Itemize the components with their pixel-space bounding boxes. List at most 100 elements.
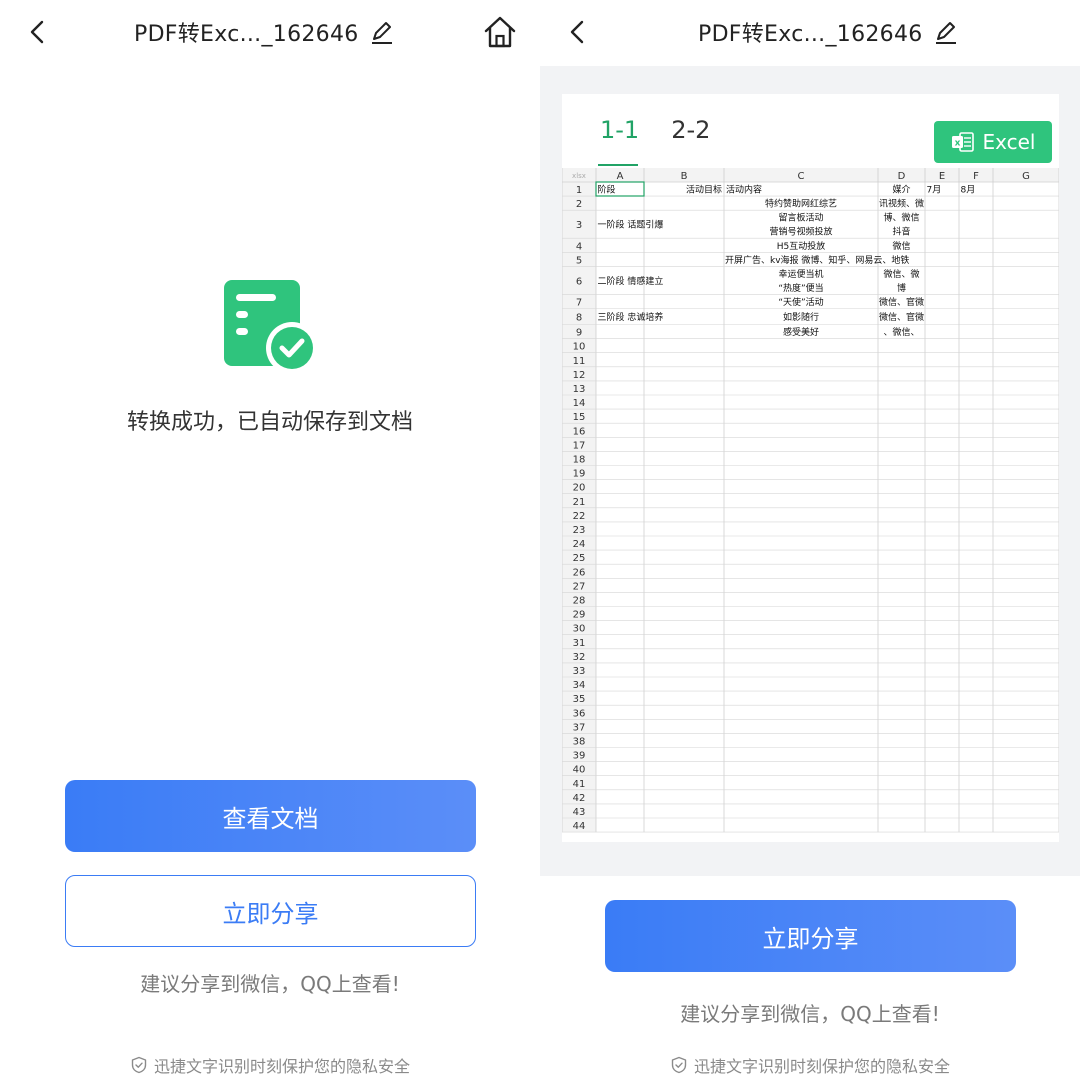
share-hint: 建议分享到微信，QQ上查看! [680,1002,940,1026]
row-number: 8 [576,313,582,324]
home-icon[interactable] [480,12,520,52]
conversion-success-screen: PDF转Exc..._162646 转换成功，已自动保存到文档 查看文档 立即分… [0,0,540,1080]
row-number: 20 [573,483,586,494]
row-number: 18 [573,454,586,465]
row-number: 3 [576,220,582,231]
success-message: 转换成功，已自动保存到文档 [126,410,413,435]
cell-c6: “热度”便当 [778,282,823,294]
cell-c9: 感受美好 [783,326,819,338]
row-number: 32 [573,652,586,663]
row-number: 25 [573,553,586,564]
row-number: 19 [573,469,586,480]
row-number: 2 [576,199,582,210]
row-number: 14 [573,398,586,409]
row-number: 26 [573,567,586,578]
row-number: 15 [573,412,586,423]
cell-d4: 微信 [892,240,910,252]
cell-c2: 特约赞助网红综艺 [765,198,837,210]
open-excel-button[interactable]: x Excel [934,121,1052,163]
cell-d7: 微信、官微 [879,296,924,308]
privacy-note: 迅捷文字识别时刻保护您的隐私安全 [0,1053,540,1077]
row-number: 17 [573,440,586,451]
pencil-icon[interactable] [933,19,959,45]
title-group[interactable]: PDF转Exc..._162646 [134,14,395,50]
pencil-icon[interactable] [369,19,395,45]
top-bar: PDF转Exc..._162646 [540,0,1080,64]
row-number: 40 [573,765,586,776]
page-title: PDF转Exc..._162646 [698,22,923,47]
row-number: 13 [573,384,586,395]
active-tab-indicator [598,164,638,166]
row-number: 28 [573,595,586,606]
row-number: 1 [576,185,582,196]
row-number: 43 [573,807,586,818]
shield-check-icon [131,1056,147,1074]
column-header-b: B [681,171,688,182]
excel-icon: x [951,132,974,152]
cell-d6: 微信、微 [883,268,919,280]
cell-a3: 一阶段 话题引爆 [598,219,664,231]
column-header-g: G [1022,171,1030,182]
cell-d1: 媒介 [892,185,910,196]
view-document-button[interactable]: 查看文档 [65,780,476,852]
share-button[interactable]: 立即分享 [65,875,476,947]
column-header-e: E [939,171,945,182]
row-number: 35 [573,694,586,705]
row-number: 29 [573,610,586,621]
cell-d2: 讯视频、微 [879,198,924,210]
back-icon[interactable] [562,14,592,50]
column-header-f: F [973,171,979,182]
sheet-corner-label: xlsx [572,172,586,180]
cell-c7: “天使”活动 [778,296,823,308]
privacy-text: 迅捷文字识别时刻保护您的隐私安全 [153,1057,410,1076]
cell-a1: 阶段 [598,184,616,196]
cell-d3: 抖音 [892,226,910,238]
row-number: 11 [573,356,586,367]
cell-a8: 三阶段 忠诚培养 [598,311,664,323]
cell-d3: 博、微信 [883,212,919,224]
row-number: 7 [576,297,582,308]
tab-1-1[interactable]: 1-1 [600,116,639,144]
row-number: 30 [573,624,586,635]
column-header-band [562,168,1059,182]
row-number: 37 [573,722,586,733]
row-number: 5 [576,255,582,266]
row-number: 34 [573,680,586,691]
cell-e1: 7月 [927,185,942,196]
row-number: 36 [573,708,586,719]
row-number: 24 [573,539,586,550]
row-number: 23 [573,525,586,536]
row-number: 33 [573,666,586,677]
cell-c6: 幸运便当机 [778,268,823,280]
row-number: 16 [573,426,586,437]
cell-c3: 营销号视频投放 [769,226,832,238]
title-group[interactable]: PDF转Exc..._162646 [698,14,959,50]
spreadsheet-preview[interactable]: 1-1 2-2 x Excel xlsx A B C D E F G 1 2 3 4 5 6 7 8 9 10 11… [562,94,1059,842]
privacy-text: 迅捷文字识别时刻保护您的隐私安全 [693,1057,950,1076]
back-icon[interactable] [22,14,52,50]
cell-c3: 留言板活动 [778,212,823,224]
cell-c5: 开屏广告、kv海报 微博、知乎、网易云、地铁 [725,254,909,266]
row-number: 22 [573,511,586,522]
tab-2-2[interactable]: 2-2 [671,116,710,144]
row-number: 27 [573,581,586,592]
cell-c1: 活动内容 [726,184,762,196]
column-header-d: D [898,171,906,182]
sheet-tabs: 1-1 2-2 [600,116,710,144]
top-bar: PDF转Exc..._162646 [0,0,540,64]
row-number: 10 [573,342,586,353]
cell-c4: H5互动投放 [777,240,826,252]
preview-screen: PDF转Exc..._162646 1-1 2-2 x Excel xlsx A [540,0,1080,1080]
cell-f1: 8月 [961,185,976,196]
row-number: 38 [573,736,586,747]
spreadsheet-grid: xlsx A B C D E F G12345678910111213141516171819… [562,168,1059,833]
row-number: 31 [573,638,586,649]
excel-icon-letter: x [954,139,960,149]
cell-a6: 二阶段 情感建立 [598,275,664,287]
privacy-note: 迅捷文字识别时刻保护您的隐私安全 [540,1053,1080,1077]
cell-d8: 微信、官微 [879,311,924,323]
column-header-c: C [798,171,805,182]
share-button[interactable]: 立即分享 [605,900,1016,972]
row-number: 42 [573,793,586,804]
row-number: 12 [573,370,586,381]
